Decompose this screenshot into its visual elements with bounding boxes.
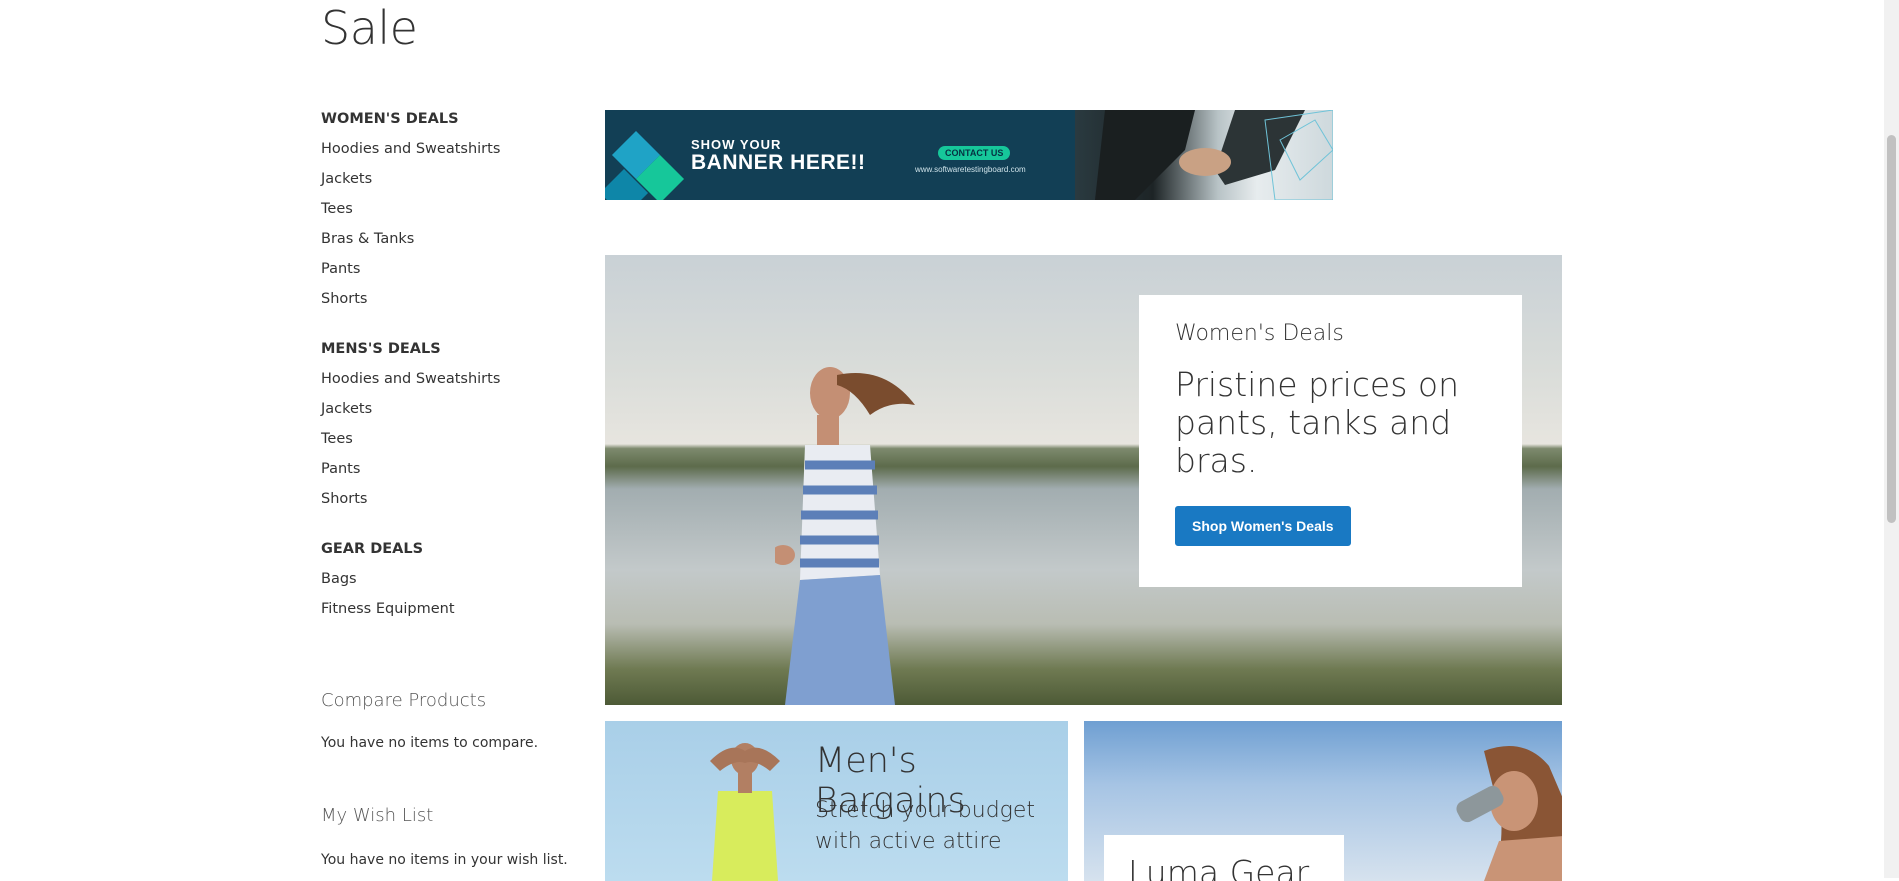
sidebar-link-women-shorts[interactable]: Shorts bbox=[321, 290, 571, 308]
sidebar-link-women-jackets[interactable]: Jackets bbox=[321, 170, 571, 188]
ad-headline-line1: SHOW YOUR bbox=[691, 137, 782, 152]
sidebar-link-women-tees[interactable]: Tees bbox=[321, 200, 571, 218]
ad-headline-line2: BANNER HERE!! bbox=[691, 151, 866, 174]
sidebar-link-women-bras-tanks[interactable]: Bras & Tanks bbox=[321, 230, 571, 248]
runner-image bbox=[775, 367, 915, 705]
sidebar-link-men-hoodies[interactable]: Hoodies and Sweatshirts bbox=[321, 370, 571, 388]
wishlist-empty-message: You have no items in your wish list. bbox=[321, 852, 568, 868]
man-stretching-image bbox=[710, 743, 780, 881]
shop-womens-deals-button[interactable]: Shop Women's Deals bbox=[1175, 506, 1351, 546]
banner-advertisement[interactable]: SHOW YOUR BANNER HERE!! CONTACT US www.s… bbox=[605, 110, 1333, 200]
wishlist-block: My Wish List You have no items in your w… bbox=[321, 805, 581, 868]
sidebar-group-womens-deals: WOMEN'S DEALS Hoodies and Sweatshirts Ja… bbox=[321, 110, 571, 308]
sidebar-link-women-pants[interactable]: Pants bbox=[321, 260, 571, 278]
wishlist-title: My Wish List bbox=[321, 805, 434, 826]
sidebar-link-men-shorts[interactable]: Shorts bbox=[321, 490, 571, 508]
promo-mens-bargains[interactable]: Men's Bargains Stretch your budget with … bbox=[605, 721, 1068, 881]
sidebar-group-mens-deals: MENS'S DEALS Hoodies and Sweatshirts Jac… bbox=[321, 340, 571, 508]
ad-contact-button[interactable]: CONTACT US bbox=[938, 146, 1011, 160]
sidebar-group-title: GEAR DEALS bbox=[321, 541, 424, 557]
sidebar-link-gear-bags[interactable]: Bags bbox=[321, 570, 571, 588]
hero-content-card: Women's Deals Pristine prices on pants, … bbox=[1139, 295, 1522, 587]
luma-gear-title: Luma Gear bbox=[1128, 853, 1310, 881]
handshake-image bbox=[1095, 110, 1333, 200]
mens-bargains-subtitle: Stretch your budget with active attire bbox=[815, 798, 1036, 854]
sidebar-link-men-pants[interactable]: Pants bbox=[321, 460, 571, 478]
luma-gear-card: Luma Gear bbox=[1104, 835, 1344, 881]
sidebar-group-title: WOMEN'S DEALS bbox=[321, 111, 459, 127]
sidebar-link-men-tees[interactable]: Tees bbox=[321, 430, 571, 448]
ad-handshake-image bbox=[1075, 110, 1333, 200]
sale-category-sidebar: WOMEN'S DEALS Hoodies and Sweatshirts Ja… bbox=[321, 110, 571, 650]
page-title: Sale bbox=[321, 1, 418, 55]
scrollbar-thumb[interactable] bbox=[1887, 135, 1896, 523]
page-scrollbar[interactable] bbox=[1884, 0, 1899, 878]
ad-headline: SHOW YOUR BANNER HERE!! bbox=[691, 138, 866, 174]
sidebar-link-gear-fitness-equipment[interactable]: Fitness Equipment bbox=[321, 600, 571, 618]
sidebar-link-women-hoodies[interactable]: Hoodies and Sweatshirts bbox=[321, 140, 571, 158]
woman-drinking-image bbox=[1456, 746, 1562, 881]
compare-products-block: Compare Products You have no items to co… bbox=[321, 690, 581, 751]
promo-luma-gear[interactable]: Luma Gear bbox=[1084, 721, 1562, 881]
sidebar-group-gear-deals: GEAR DEALS Bags Fitness Equipment bbox=[321, 540, 571, 618]
hero-headline: Pristine prices on pants, tanks and bras… bbox=[1175, 365, 1459, 480]
sidebar-group-title: MENS'S DEALS bbox=[321, 341, 441, 357]
sidebar-link-men-jackets[interactable]: Jackets bbox=[321, 400, 571, 418]
compare-empty-message: You have no items to compare. bbox=[321, 735, 539, 751]
hero-womens-deals[interactable]: Women's Deals Pristine prices on pants, … bbox=[605, 255, 1562, 705]
hero-kicker: Women's Deals bbox=[1175, 321, 1344, 346]
ad-url: www.softwaretestingboard.com bbox=[915, 165, 1026, 174]
compare-products-title: Compare Products bbox=[321, 690, 487, 711]
